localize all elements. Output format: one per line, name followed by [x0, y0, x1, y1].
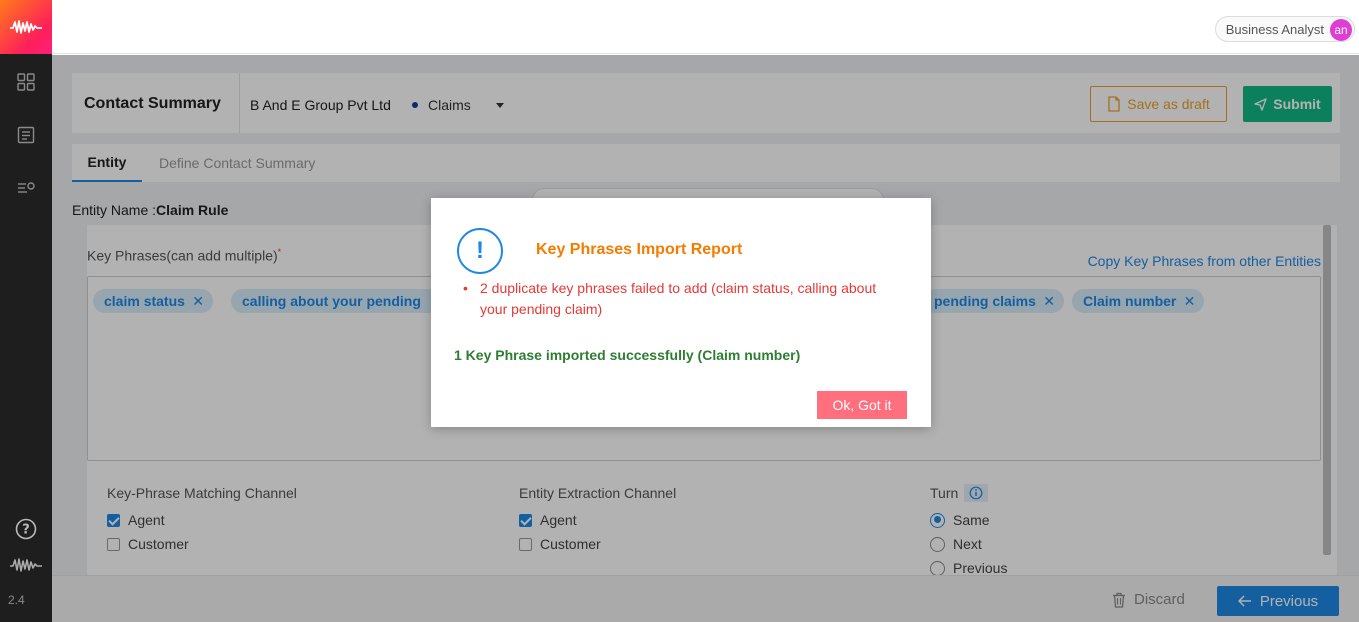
brand-logo[interactable]: [0, 0, 52, 54]
dashboard-icon[interactable]: [14, 70, 38, 94]
user-role: Business Analyst: [1225, 21, 1324, 37]
exclamation-icon: !: [457, 228, 503, 274]
brand-wave-icon: [10, 20, 42, 34]
svg-text:?: ?: [22, 523, 30, 538]
brand-wave-icon-small: [8, 553, 44, 577]
avatar[interactable]: an: [1330, 19, 1352, 41]
success-message: 1 Key Phrase imported successfully (Clai…: [454, 347, 801, 363]
dialog-title: Key Phrases Import Report: [536, 241, 743, 258]
document-icon[interactable]: [14, 123, 38, 147]
error-message: 2 duplicate key phrases failed to add (c…: [463, 278, 903, 320]
import-report-dialog: ! Key Phrases Import Report 2 duplicate …: [431, 198, 931, 427]
settings-list-icon[interactable]: [14, 176, 38, 200]
ok-button[interactable]: Ok, Got it: [817, 391, 907, 419]
user-role-chip[interactable]: Business Analyst an: [1214, 16, 1355, 42]
sidebar: ? 2.4: [0, 0, 52, 622]
topbar: Business Analyst an: [52, 0, 1359, 54]
help-icon[interactable]: ?: [14, 517, 38, 541]
app-version: 2.4: [8, 593, 25, 607]
